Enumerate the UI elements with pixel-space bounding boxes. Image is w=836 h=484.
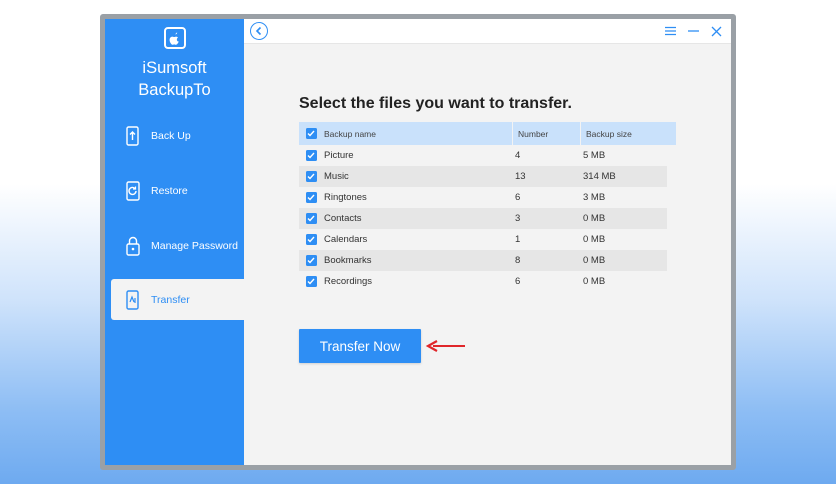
sidebar-item-label: Transfer [151,293,190,306]
transfer-icon [121,287,145,313]
row-size: 3 MB [583,192,606,203]
row-checkbox[interactable] [301,171,321,182]
sidebar-item-restore[interactable]: Restore [105,170,244,211]
sidebar-item-label: Manage Password [151,239,238,252]
header-number[interactable]: Number [512,122,580,145]
transfer-now-button[interactable]: Transfer Now [299,329,421,363]
table-header: Backup name Number Backup size [299,122,676,145]
check-icon [305,213,317,224]
sidebar-item-transfer[interactable]: Transfer [111,279,244,320]
check-icon [305,171,317,182]
row-number: 4 [515,150,521,161]
check-icon [305,255,317,266]
close-button[interactable] [708,22,724,40]
row-size: 0 MB [583,276,606,287]
row-size: 5 MB [583,150,606,161]
row-name: Bookmarks [324,255,372,266]
minimize-button[interactable] [685,22,701,40]
row-checkbox[interactable] [301,276,321,287]
row-number: 3 [515,213,521,224]
table-body: Picture 4 5 MB Music 13 314 MB Ringtones… [299,145,667,292]
app-window: iSumsoft BackupTo Back Up Restore Manage… [100,14,736,470]
table-row[interactable]: Calendars 1 0 MB [299,229,667,250]
apple-icon [163,27,186,49]
row-size: 0 MB [583,234,606,245]
row-name: Calendars [324,234,368,245]
row-checkbox[interactable] [301,255,321,266]
minimize-icon [687,30,699,32]
table-row[interactable]: Recordings 6 0 MB [299,271,667,292]
check-icon [305,150,317,161]
sidebar-item-backup[interactable]: Back Up [105,115,244,156]
row-checkbox[interactable] [301,192,321,203]
table-row[interactable]: Music 13 314 MB [299,166,667,187]
page-title: Select the files you want to transfer. [299,95,572,112]
table-row[interactable]: Bookmarks 8 0 MB [299,250,667,271]
row-checkbox[interactable] [301,213,321,224]
back-button[interactable] [250,22,268,40]
header-backup-name[interactable]: Backup name [321,129,512,139]
row-size: 0 MB [583,255,606,266]
chevron-left-icon [255,26,262,36]
app-name-line1: iSumsoft [142,59,207,77]
row-number: 6 [515,276,521,287]
row-name: Contacts [324,213,362,224]
arrow-left-icon [425,340,465,352]
title-bar [244,19,731,44]
backup-icon [121,123,145,149]
sidebar-item-manage-password[interactable]: Manage Password [105,225,244,266]
row-size: 314 MB [583,171,616,182]
sidebar: iSumsoft BackupTo Back Up Restore Manage… [105,19,244,465]
restore-icon [121,178,145,204]
check-icon [305,128,317,139]
menu-icon [664,26,676,36]
check-icon [305,192,317,203]
backup-table: Backup name Number Backup size Picture 4… [299,122,676,292]
header-backup-size[interactable]: Backup size [580,122,660,145]
row-number: 8 [515,255,521,266]
select-all-checkbox[interactable] [301,128,321,139]
row-number: 6 [515,192,521,203]
app-logo: iSumsoft BackupTo [105,27,244,101]
app-name-line2: BackupTo [138,81,211,99]
close-icon [711,26,721,36]
row-checkbox[interactable] [301,150,321,161]
app-window-inner: iSumsoft BackupTo Back Up Restore Manage… [105,19,731,465]
row-name: Music [324,171,349,182]
menu-button[interactable] [662,22,678,40]
row-name: Ringtones [324,192,367,203]
check-icon [305,234,317,245]
row-name: Recordings [324,276,373,287]
row-number: 1 [515,234,521,245]
row-size: 0 MB [583,213,606,224]
sidebar-item-label: Restore [151,184,188,197]
table-row[interactable]: Picture 4 5 MB [299,145,667,166]
check-icon [305,276,317,287]
lock-icon [121,233,145,259]
table-row[interactable]: Ringtones 6 3 MB [299,187,667,208]
row-name: Picture [324,150,354,161]
row-checkbox[interactable] [301,234,321,245]
sidebar-item-label: Back Up [151,129,191,142]
row-number: 13 [515,171,526,182]
table-row[interactable]: Contacts 3 0 MB [299,208,667,229]
